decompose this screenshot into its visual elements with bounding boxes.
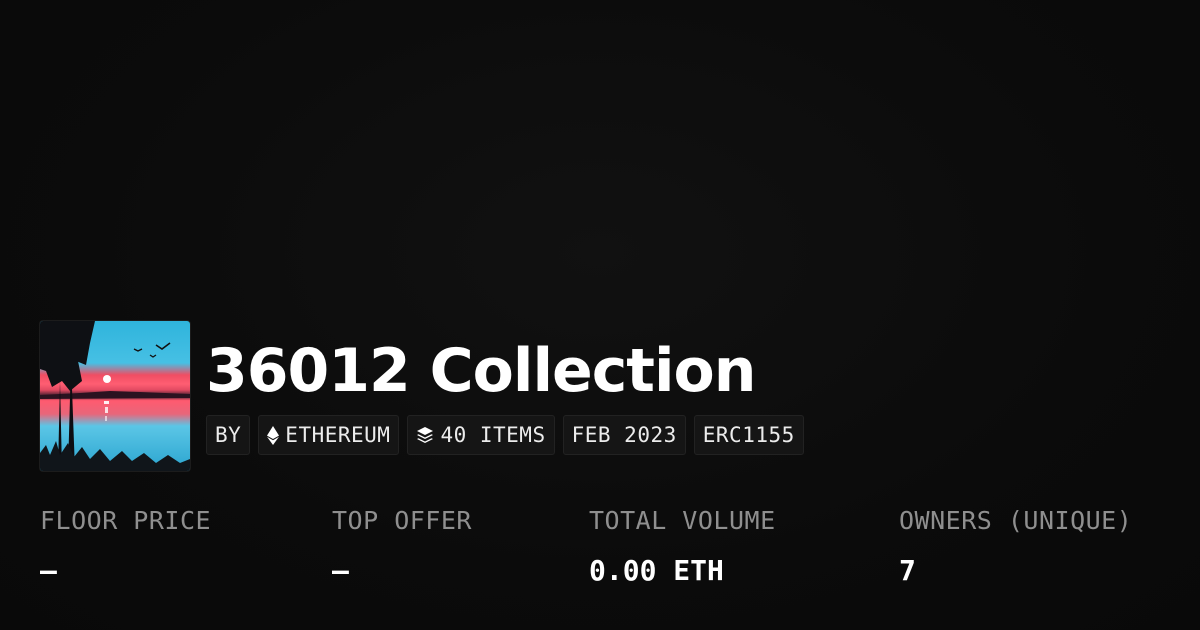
layers-icon xyxy=(416,426,434,444)
items-count: 40 ITEMS xyxy=(440,423,546,447)
creator-label: BY xyxy=(215,423,242,447)
created-date-chip: FEB 2023 xyxy=(562,415,686,455)
token-standard: ERC1155 xyxy=(702,423,795,447)
total-volume-value: 0.00 ETH xyxy=(589,554,724,587)
created-date: FEB 2023 xyxy=(571,423,677,447)
top-offer-stat: TOP OFFER – xyxy=(332,503,472,589)
floor-price-label: FLOOR PRICE xyxy=(40,506,212,535)
top-offer-value: – xyxy=(332,554,349,587)
collection-meta-chips: BY ETHEREUM 40 ITEMS FEB 2023 ERC1155 xyxy=(206,415,804,455)
total-volume-label: TOTAL VOLUME xyxy=(589,506,776,535)
floor-price-value: – xyxy=(40,554,57,587)
chain-chip[interactable]: ETHEREUM xyxy=(258,415,400,455)
token-standard-chip: ERC1155 xyxy=(693,415,804,455)
collection-title: 36012 Collection xyxy=(206,336,756,406)
floor-price-stat: FLOOR PRICE – xyxy=(40,503,211,589)
ethereum-icon xyxy=(267,425,280,445)
items-chip[interactable]: 40 ITEMS xyxy=(407,415,555,455)
owners-stat: OWNERS (UNIQUE) 7 xyxy=(899,503,1132,589)
owners-value: 7 xyxy=(899,554,916,587)
collection-thumbnail[interactable] xyxy=(40,321,190,471)
collection-share-card: 36012 Collection BY ETHEREUM 40 ITEMS FE… xyxy=(0,0,1200,630)
top-offer-label: TOP OFFER xyxy=(332,506,472,535)
chain-label: ETHEREUM xyxy=(285,423,391,447)
creator-chip[interactable]: BY xyxy=(206,415,251,455)
owners-label: OWNERS (UNIQUE) xyxy=(899,506,1133,535)
landscape-painting-thumbnail xyxy=(40,321,190,471)
total-volume-stat: TOTAL VOLUME 0.00 ETH xyxy=(589,503,776,589)
